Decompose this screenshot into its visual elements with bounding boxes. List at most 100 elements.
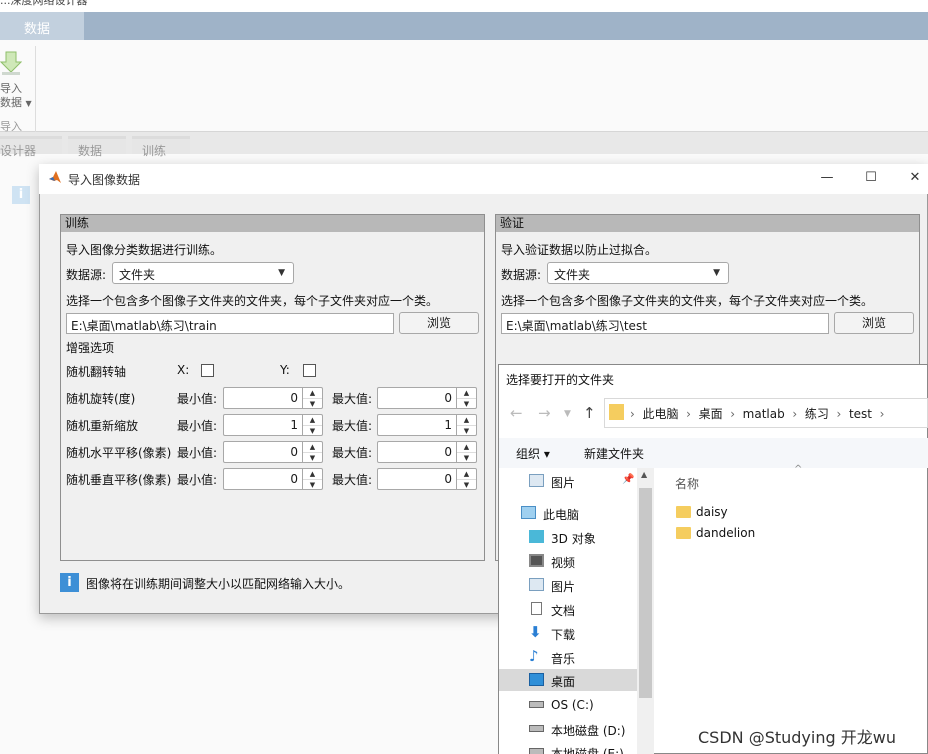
aug-row-label: 随机水平平移(像素) — [66, 446, 172, 460]
drive-icon — [529, 725, 544, 732]
forward-icon[interactable]: → — [538, 404, 551, 422]
train-source-select[interactable]: 文件夹 ▼ — [112, 262, 294, 284]
breadcrumb-item[interactable]: 桌面 — [699, 407, 723, 421]
flip-y-checkbox[interactable] — [303, 364, 316, 377]
tab-data[interactable]: 数据 — [0, 12, 84, 40]
organize-button[interactable]: 组织 ▾ — [516, 445, 550, 462]
import-data-icon[interactable] — [0, 50, 22, 76]
spin-down-icon[interactable]: ▼ — [457, 398, 476, 408]
train-browse-button[interactable]: 浏览 — [399, 312, 479, 334]
watermark: CSDN @Studying 开龙wu — [698, 728, 896, 747]
nav-item-video[interactable]: 视频 — [499, 550, 637, 572]
spin-down-icon[interactable]: ▼ — [457, 452, 476, 462]
flip-x-label: X: — [177, 363, 190, 377]
spin-up-icon[interactable]: ▲ — [303, 415, 322, 425]
nav-item-desktop[interactable]: 桌面 — [499, 669, 637, 691]
folder-icon — [676, 506, 691, 518]
val-description: 导入验证数据以防止过拟合。 — [501, 243, 658, 257]
nav-item-this-pc[interactable]: 此电脑 — [499, 502, 637, 524]
spin-up-icon[interactable]: ▲ — [303, 388, 322, 398]
spin-down-icon[interactable]: ▼ — [303, 398, 322, 408]
nav-item-drive-d[interactable]: 本地磁盘 (D:) — [499, 718, 637, 740]
ytrans-max-spinner[interactable]: 0 ▲ ▼ — [377, 468, 477, 490]
spinner-value: 0 — [290, 445, 298, 459]
drive-icon — [529, 748, 544, 754]
resize-note: 图像将在训练期间调整大小以匹配网络输入大小。 — [86, 577, 351, 591]
scale-min-spinner[interactable]: 1 ▲ ▼ — [223, 414, 323, 436]
nav-item-label: 3D 对象 — [551, 532, 596, 546]
spin-down-icon[interactable]: ▼ — [303, 425, 322, 435]
xtrans-max-spinner[interactable]: 0 ▲ ▼ — [377, 441, 477, 463]
flip-y-label: Y: — [280, 363, 290, 377]
back-icon[interactable]: ← — [510, 404, 523, 422]
3d-objects-icon — [529, 530, 544, 543]
import-data-button[interactable]: 导入 数据 ▼ — [0, 82, 32, 111]
nav-scrollbar-thumb[interactable] — [639, 488, 652, 698]
info-icon: i — [60, 573, 79, 592]
folder-picker-title: 选择要打开的文件夹 — [506, 373, 615, 387]
minimize-icon[interactable]: — — [812, 166, 842, 190]
val-folder-hint: 选择一个包含多个图像子文件夹的文件夹，每个子文件夹对应一个类。 — [501, 294, 874, 308]
val-source-select[interactable]: 文件夹 ▼ — [547, 262, 729, 284]
sort-up-icon: ^ — [794, 464, 803, 475]
spinner-value: 0 — [290, 391, 298, 405]
close-icon[interactable]: ✕ — [900, 166, 928, 190]
nav-item-drive-c[interactable]: OS (C:) — [499, 694, 637, 716]
file-row[interactable]: daisy — [676, 505, 728, 519]
rotation-min-spinner[interactable]: 0 ▲ ▼ — [223, 387, 323, 409]
ytrans-min-spinner[interactable]: 0 ▲ ▼ — [223, 468, 323, 490]
val-path-field[interactable]: E:\桌面\matlab\练习\test — [501, 313, 829, 334]
train-path-field[interactable]: E:\桌面\matlab\练习\train — [66, 313, 394, 334]
spin-up-icon[interactable]: ▲ — [457, 469, 476, 479]
file-name: daisy — [696, 505, 728, 519]
breadcrumb-sep: › — [730, 407, 736, 421]
max-label: 最大值: — [332, 392, 373, 406]
nav-item-3d[interactable]: 3D 对象 — [499, 526, 637, 548]
matlab-icon — [49, 171, 61, 183]
rotation-max-spinner[interactable]: 0 ▲ ▼ — [377, 387, 477, 409]
doc-tab-designer[interactable]: 设计器 — [0, 136, 62, 158]
up-icon[interactable]: ↑ — [583, 404, 596, 422]
spin-down-icon[interactable]: ▼ — [457, 425, 476, 435]
xtrans-min-spinner[interactable]: 0 ▲ ▼ — [223, 441, 323, 463]
doc-tab-training[interactable]: 训练 — [132, 136, 190, 158]
spinner-value: 0 — [444, 391, 452, 405]
spin-up-icon[interactable]: ▲ — [457, 442, 476, 452]
breadcrumb-item[interactable]: 练习 — [805, 407, 829, 421]
breadcrumb-item[interactable]: matlab — [743, 407, 785, 421]
nav-item-pictures[interactable]: 图片 — [499, 574, 637, 596]
spin-up-icon[interactable]: ▲ — [303, 442, 322, 452]
nav-item-label: 桌面 — [551, 675, 576, 689]
val-browse-button[interactable]: 浏览 — [834, 312, 914, 334]
nav-item-drive-e[interactable]: 本地磁盘 (E:) — [499, 741, 637, 754]
flip-x-checkbox[interactable] — [201, 364, 214, 377]
nav-item-label: 本地磁盘 (E:) — [551, 747, 624, 754]
nav-item-downloads[interactable]: ⬇ 下载 — [499, 622, 637, 644]
augment-options-label: 增强选项 — [66, 341, 115, 355]
spin-up-icon[interactable]: ▲ — [457, 388, 476, 398]
file-row[interactable]: dandelion — [676, 526, 755, 540]
breadcrumb-item[interactable]: 此电脑 — [642, 407, 678, 421]
nav-item-documents[interactable]: 文档 — [499, 598, 637, 620]
recent-chevron-icon[interactable]: ▼ — [564, 409, 571, 419]
spin-down-icon[interactable]: ▼ — [457, 479, 476, 489]
spin-up-icon[interactable]: ▲ — [457, 415, 476, 425]
spin-down-icon[interactable]: ▼ — [303, 479, 322, 489]
maximize-icon[interactable]: ☐ — [856, 166, 886, 190]
spinner-value: 1 — [290, 418, 298, 432]
nav-item-pictures-pinned[interactable]: 图片 📌 — [499, 470, 637, 492]
column-header-name[interactable]: 名称 — [675, 475, 699, 492]
command-bar — [499, 438, 928, 468]
scroll-up-icon[interactable]: ▲ — [641, 470, 647, 479]
nav-item-label: OS (C:) — [551, 698, 594, 712]
breadcrumb-item[interactable]: test — [849, 407, 872, 421]
doc-tab-data[interactable]: 数据 — [68, 136, 126, 158]
breadcrumb-sep: › — [630, 407, 635, 421]
scale-max-spinner[interactable]: 1 ▲ ▼ — [377, 414, 477, 436]
max-label: 最大值: — [332, 446, 373, 460]
new-folder-button[interactable]: 新建文件夹 — [584, 445, 644, 462]
min-label: 最小值: — [177, 473, 218, 487]
nav-item-music[interactable]: ♪ 音乐 — [499, 646, 637, 668]
spin-down-icon[interactable]: ▼ — [303, 452, 322, 462]
spin-up-icon[interactable]: ▲ — [303, 469, 322, 479]
